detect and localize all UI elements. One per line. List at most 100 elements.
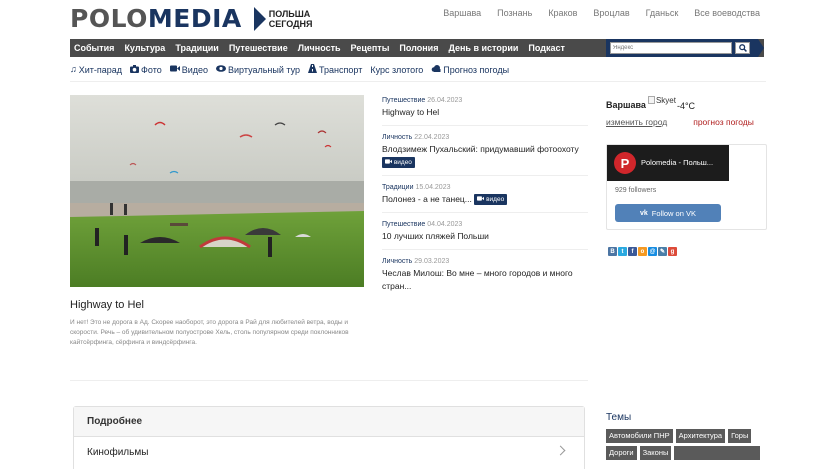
share-buttons: В t f о @ ✎ g [608, 247, 677, 256]
logo-subtitle: ПОЛЬША СЕГОДНЯ [268, 9, 313, 29]
tag-architecture[interactable]: Архитектура [675, 429, 726, 443]
news-title[interactable]: 10 лучших пляжей Польши [382, 230, 588, 243]
tag-roads[interactable]: Дороги [606, 446, 637, 460]
news-title[interactable]: Полонез - а не танец... [382, 194, 472, 204]
news-title[interactable]: Highway to Hel [382, 106, 588, 119]
broken-image-icon [647, 96, 655, 104]
news-item[interactable]: Традиции 15.04.2023 Полонез - а не танец… [382, 182, 588, 213]
vk-cover[interactable]: P Polomedia - Польш... [607, 145, 729, 181]
news-category[interactable]: Личность [382, 258, 412, 265]
weather-forecast-link[interactable]: прогноз погоды [693, 117, 754, 127]
city-link-wroclaw[interactable]: Вроцлав [593, 8, 629, 18]
vk-avatar: P [614, 152, 636, 174]
facebook-share-icon[interactable]: f [628, 247, 637, 256]
news-category[interactable]: Путешествие [382, 221, 425, 228]
nav-item-culture[interactable]: Культура [124, 43, 165, 53]
news-category[interactable]: Путешествие [382, 97, 425, 104]
googleplus-share-icon[interactable]: g [668, 247, 677, 256]
news-item[interactable]: Путешествие 26.04.2023 Highway to Hel [382, 95, 588, 126]
news-date: 15.04.2023 [415, 184, 451, 191]
news-date: 04.04.2023 [427, 221, 463, 228]
news-title[interactable]: Влодзимеж Пухальский: придумавший фотоох… [382, 144, 579, 154]
vk-share-icon[interactable]: В [608, 247, 617, 256]
more-panel: Подробнее Кинофильмы [73, 406, 585, 469]
more-panel-title: Подробнее [74, 407, 584, 437]
vk-follow-button[interactable]: vk Follow on VK [615, 204, 721, 222]
city-links: Варшава Познань Краков Вроцлав Гданьск В… [443, 8, 760, 18]
change-city-link[interactable]: изменить город [606, 117, 667, 127]
subnav-photo[interactable]: Фото [130, 64, 162, 75]
logo-wordmark: POLOMEDIA [70, 4, 242, 33]
vk-group-name[interactable]: Polomedia - Польш... [641, 158, 713, 167]
subnav-video[interactable]: Видео [169, 65, 208, 75]
news-item[interactable]: Личность 29.03.2023 Чеслав Милош: Во мне… [382, 256, 588, 299]
tag-mountains[interactable]: Горы [728, 429, 752, 443]
weather-city: Варшава [606, 100, 646, 110]
search-button[interactable] [735, 42, 750, 54]
hero-title[interactable]: Highway to Hel [70, 299, 144, 311]
tag-more[interactable] [674, 446, 761, 460]
video-icon [477, 196, 485, 201]
news-list: Путешествие 26.04.2023 Highway to Hel Ли… [382, 95, 588, 305]
music-icon: ♫ [70, 64, 77, 74]
vk-widget: P Polomedia - Польш... 929 followers vk … [606, 144, 767, 230]
sub-nav: ♫ Хит-парад Фото Видео Виртуальный тур Тр… [70, 64, 509, 75]
camera-icon [130, 64, 140, 75]
nav-item-recipes[interactable]: Рецепты [351, 43, 390, 53]
subnav-virtual-tour[interactable]: Виртуальный тур [216, 65, 300, 75]
tag-cars-prl[interactable]: Автомобили ПНР [606, 429, 673, 443]
news-item[interactable]: Путешествие 04.04.2023 10 лучших пляжей … [382, 219, 588, 250]
subnav-weather-forecast[interactable]: Прогноз погоды [431, 65, 509, 75]
nav-item-traditions[interactable]: Традиции [175, 43, 219, 53]
news-category[interactable]: Традиции [382, 184, 414, 191]
cloud-icon [431, 65, 441, 74]
weather-image: Skyet [647, 96, 676, 105]
odnoklassniki-share-icon[interactable]: о [638, 247, 647, 256]
nav-item-podcast[interactable]: Подкаст [528, 43, 564, 53]
city-link-poznan[interactable]: Познань [497, 8, 532, 18]
city-link-warsaw[interactable]: Варшава [443, 8, 481, 18]
search-bar [606, 39, 764, 57]
city-link-all-regions[interactable]: Все воеводства [694, 8, 760, 18]
subnav-hit-parade[interactable]: ♫ Хит-парад [70, 65, 122, 75]
vk-logo-icon: vk [640, 209, 648, 217]
news-category[interactable]: Личность [382, 134, 412, 141]
site-logo[interactable]: POLOMEDIA ПОЛЬША СЕГОДНЯ [70, 6, 312, 32]
news-date: 29.03.2023 [414, 258, 450, 265]
news-item[interactable]: Личность 22.04.2023 Влодзимеж Пухальский… [382, 132, 588, 176]
more-row-films[interactable]: Кинофильмы [74, 437, 584, 469]
news-date: 22.04.2023 [414, 134, 450, 141]
topic-tags: Автомобили ПНР Архитектура Горы Дороги З… [606, 429, 771, 460]
news-title[interactable]: Чеслав Милош: Во мне – много городов и м… [382, 267, 588, 293]
subnav-transport[interactable]: Транспорт [308, 64, 362, 75]
logo-chevron-icon [253, 7, 266, 31]
hero-image[interactable] [70, 95, 364, 287]
news-date: 26.04.2023 [427, 97, 463, 104]
video-icon [385, 159, 392, 164]
video-icon [169, 65, 180, 74]
city-link-gdansk[interactable]: Гданьск [646, 8, 679, 18]
search-input[interactable] [610, 42, 732, 54]
main-nav: События Культура Традиции Путешествие Ли… [70, 39, 764, 57]
subnav-zloty-rate[interactable]: Курс злотого [370, 65, 423, 75]
nav-item-history-day[interactable]: День в истории [448, 43, 518, 53]
header-divider [70, 81, 766, 82]
search-icon [738, 44, 747, 52]
twitter-share-icon[interactable]: t [618, 247, 627, 256]
livejournal-share-icon[interactable]: ✎ [658, 247, 667, 256]
hero-divider [70, 380, 588, 381]
mailru-share-icon[interactable]: @ [648, 247, 657, 256]
nav-item-events[interactable]: События [74, 43, 114, 53]
video-badge[interactable]: видео [474, 194, 508, 206]
road-icon [308, 64, 318, 75]
hero-description: И нет! Это не дорога в Ад. Скорее наобор… [70, 319, 349, 346]
tag-laws[interactable]: Законы [639, 446, 672, 460]
eye-icon [216, 65, 227, 74]
nav-item-polonia[interactable]: Полония [399, 43, 438, 53]
chevron-right-icon [555, 445, 566, 456]
video-badge[interactable]: видео [382, 157, 415, 169]
nav-item-travel[interactable]: Путешествие [229, 43, 288, 53]
city-link-krakow[interactable]: Краков [548, 8, 577, 18]
nav-item-personality[interactable]: Личность [298, 43, 341, 53]
topics-title: Темы [606, 412, 632, 423]
